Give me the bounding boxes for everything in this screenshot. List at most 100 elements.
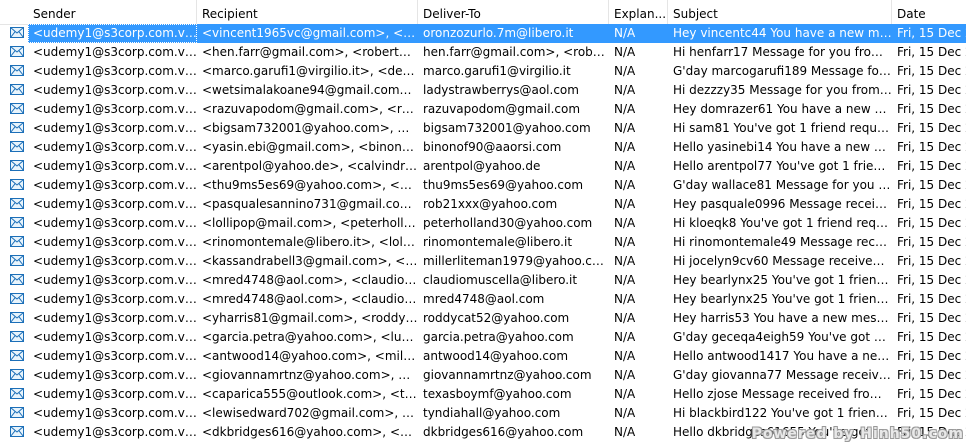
envelope-icon <box>10 312 24 323</box>
subject-cell: Hey bearlynx25 You've got 1 friend req..… <box>673 273 892 287</box>
sender-cell: <udemy1@s3corp.com.vn> <box>33 292 197 306</box>
deliver-to-cell: thu9ms5es69@yahoo.com <box>423 178 584 192</box>
subject-cell: G'day geceqa4eigh59 You've got 1 frie... <box>673 330 892 344</box>
explanation-cell: N/A <box>614 197 636 211</box>
date-cell: Fri, 15 Dec 20 <box>897 45 966 59</box>
message-row[interactable]: <udemy1@s3corp.com.vn> <dkbridges616@yaho… <box>0 423 966 442</box>
sender-cell: <udemy1@s3corp.com.vn> <box>33 311 197 325</box>
envelope-icon <box>10 331 24 342</box>
deliver-to-cell: rinomontemale@libero.it <box>423 235 573 249</box>
subject-cell: G'day wallace81 Message for you from... <box>673 178 892 192</box>
envelope-icon <box>10 27 24 38</box>
recipient-cell: <marco.garufi1@virgilio.it>, <depaz9... <box>202 64 418 78</box>
date-cell: Fri, 15 Dec 20 <box>897 387 966 401</box>
envelope-icon <box>10 293 24 304</box>
column-header-recipient[interactable]: Recipient <box>197 0 418 24</box>
column-header-explanation[interactable]: Explan... <box>609 0 668 24</box>
sender-cell: <udemy1@s3corp.com.vn> <box>33 178 197 192</box>
sender-cell: <udemy1@s3corp.com.vn> <box>33 330 197 344</box>
recipient-cell: <arentpol@yahoo.de>, <calvindry200... <box>202 159 418 173</box>
explanation-cell: N/A <box>614 216 636 230</box>
column-header-deliver-to[interactable]: Deliver-To <box>418 0 609 24</box>
recipient-cell: <pasqualesannino731@gmail.com>, ... <box>202 197 418 211</box>
recipient-cell: <mred4748@aol.com>, <claudiomus... <box>202 292 418 306</box>
deliver-to-cell: peterholland30@yahoo.com <box>423 216 593 230</box>
subject-cell: Hi kloeqk8 You've got 1 friend request .… <box>673 216 892 230</box>
message-row[interactable]: <udemy1@s3corp.com.vn> <pasqualesannino73… <box>0 195 966 214</box>
explanation-cell: N/A <box>614 406 636 420</box>
message-row[interactable]: <udemy1@s3corp.com.vn> <lollipop@mail.com… <box>0 214 966 233</box>
envelope-icon <box>10 179 24 190</box>
explanation-cell: N/A <box>614 235 636 249</box>
deliver-to-cell: bigsam732001@yahoo.com <box>423 121 591 135</box>
subject-cell: Hello arentpol77 You've got 1 friend re.… <box>673 159 892 173</box>
message-row[interactable]: <udemy1@s3corp.com.vn> <vincent1965vc@gma… <box>0 24 966 43</box>
sender-cell: <udemy1@s3corp.com.vn> <box>33 425 197 439</box>
envelope-icon <box>10 369 24 380</box>
sender-cell: <udemy1@s3corp.com.vn> <box>33 349 197 363</box>
subject-cell: Hey bearlynx25 You've got 1 friend req..… <box>673 292 892 306</box>
message-row[interactable]: <udemy1@s3corp.com.vn> <caparica555@outlo… <box>0 385 966 404</box>
message-row[interactable]: <udemy1@s3corp.com.vn> <thu9ms5es69@yahoo… <box>0 176 966 195</box>
recipient-cell: <rinomontemale@libero.it>, <lol9170... <box>202 235 418 249</box>
deliver-to-cell: marco.garufi1@virgilio.it <box>423 64 571 78</box>
message-row[interactable]: <udemy1@s3corp.com.vn> <antwood14@yahoo.c… <box>0 347 966 366</box>
message-row[interactable]: <udemy1@s3corp.com.vn> <kassandrabell3@gm… <box>0 252 966 271</box>
recipient-cell: <giovannamrtnz@yahoo.com>, <clib... <box>202 368 418 382</box>
message-row[interactable]: <udemy1@s3corp.com.vn> <lewisedward702@gm… <box>0 404 966 423</box>
message-row[interactable]: <udemy1@s3corp.com.vn> <garcia.petra@yaho… <box>0 328 966 347</box>
sender-cell: <udemy1@s3corp.com.vn> <box>33 102 197 116</box>
column-header: Sender Recipient Deliver-To Explan... Su… <box>0 0 966 25</box>
date-cell: Fri, 15 Dec 20 <box>897 159 966 173</box>
message-row[interactable]: <udemy1@s3corp.com.vn> <arentpol@yahoo.de… <box>0 157 966 176</box>
message-row[interactable]: <udemy1@s3corp.com.vn> <wetsimalakoane94@… <box>0 81 966 100</box>
date-cell: Fri, 15 Dec 20 <box>897 425 966 439</box>
recipient-cell: <kassandrabell3@gmail.com>, <mille... <box>202 254 418 268</box>
recipient-cell: <caparica555@outlook.com>, <texas... <box>202 387 418 401</box>
message-row[interactable]: <udemy1@s3corp.com.vn> <yharris81@gmail.c… <box>0 309 966 328</box>
date-cell: Fri, 15 Dec 20 <box>897 102 966 116</box>
envelope-icon <box>10 122 24 133</box>
explanation-cell: N/A <box>614 311 636 325</box>
recipient-cell: <mred4748@aol.com>, <claudiomus... <box>202 273 418 287</box>
message-row[interactable]: <udemy1@s3corp.com.vn> <rinomontemale@lib… <box>0 233 966 252</box>
subject-cell: Hey vincentc44 You have a new messag... <box>668 24 892 43</box>
message-row[interactable]: <udemy1@s3corp.com.vn> <marco.garufi1@vir… <box>0 62 966 81</box>
column-header-subject[interactable]: Subject <box>668 0 892 24</box>
subject-cell: Hey domrazer61 You have a new mess... <box>673 102 892 116</box>
message-row[interactable]: <udemy1@s3corp.com.vn> <yasin.ebi@gmail.c… <box>0 138 966 157</box>
explanation-cell: N/A <box>614 349 636 363</box>
explanation-cell: N/A <box>614 425 636 439</box>
message-row[interactable]: <udemy1@s3corp.com.vn> <hen.farr@gmail.co… <box>0 43 966 62</box>
date-cell: Fri, 15 Dec 20 <box>897 292 966 306</box>
recipient-cell: <razuvapodom@gmail.com>, <rand... <box>202 102 418 116</box>
message-row[interactable]: <udemy1@s3corp.com.vn> <mred4748@aol.com>… <box>0 290 966 309</box>
date-cell: Fri, 15 Dec 20 <box>897 83 966 97</box>
date-cell: Fri, 15 Dec 20 <box>897 235 966 249</box>
message-row[interactable]: <udemy1@s3corp.com.vn> <giovannamrtnz@yah… <box>0 366 966 385</box>
envelope-icon <box>10 46 24 57</box>
sender-cell: <udemy1@s3corp.com.vn> <box>28 24 197 43</box>
deliver-to-cell: binonof90@aaorsi.com <box>423 140 562 154</box>
subject-cell: Hi blackbird122 You've got 1 friend re..… <box>673 406 892 420</box>
subject-cell: Hello dkbridges61655 You've got 1 fri... <box>673 425 892 439</box>
deliver-to-cell: garcia.petra@yahoo.com <box>423 330 574 344</box>
date-cell: Fri, 15 Dec 20 <box>897 64 966 78</box>
column-header-sender[interactable]: Sender <box>0 0 197 24</box>
recipient-cell: <thu9ms5es69@yahoo.com>, <stockl... <box>202 178 418 192</box>
column-header-date[interactable]: Date <box>892 0 966 24</box>
recipient-cell: <wetsimalakoane94@gmail.com>, <l... <box>202 83 418 97</box>
explanation-cell: N/A <box>614 330 636 344</box>
deliver-to-cell: giovannamrtnz@yahoo.com <box>423 368 592 382</box>
envelope-icon <box>10 407 24 418</box>
envelope-icon <box>10 198 24 209</box>
message-row[interactable]: <udemy1@s3corp.com.vn> <razuvapodom@gmail… <box>0 100 966 119</box>
envelope-icon <box>10 388 24 399</box>
message-row[interactable]: <udemy1@s3corp.com.vn> <bigsam732001@yaho… <box>0 119 966 138</box>
envelope-icon <box>10 103 24 114</box>
explanation-cell: N/A <box>614 64 636 78</box>
message-row[interactable]: <udemy1@s3corp.com.vn> <mred4748@aol.com>… <box>0 271 966 290</box>
explanation-cell: N/A <box>614 368 636 382</box>
explanation-cell: N/A <box>614 292 636 306</box>
explanation-cell: N/A <box>609 24 668 43</box>
